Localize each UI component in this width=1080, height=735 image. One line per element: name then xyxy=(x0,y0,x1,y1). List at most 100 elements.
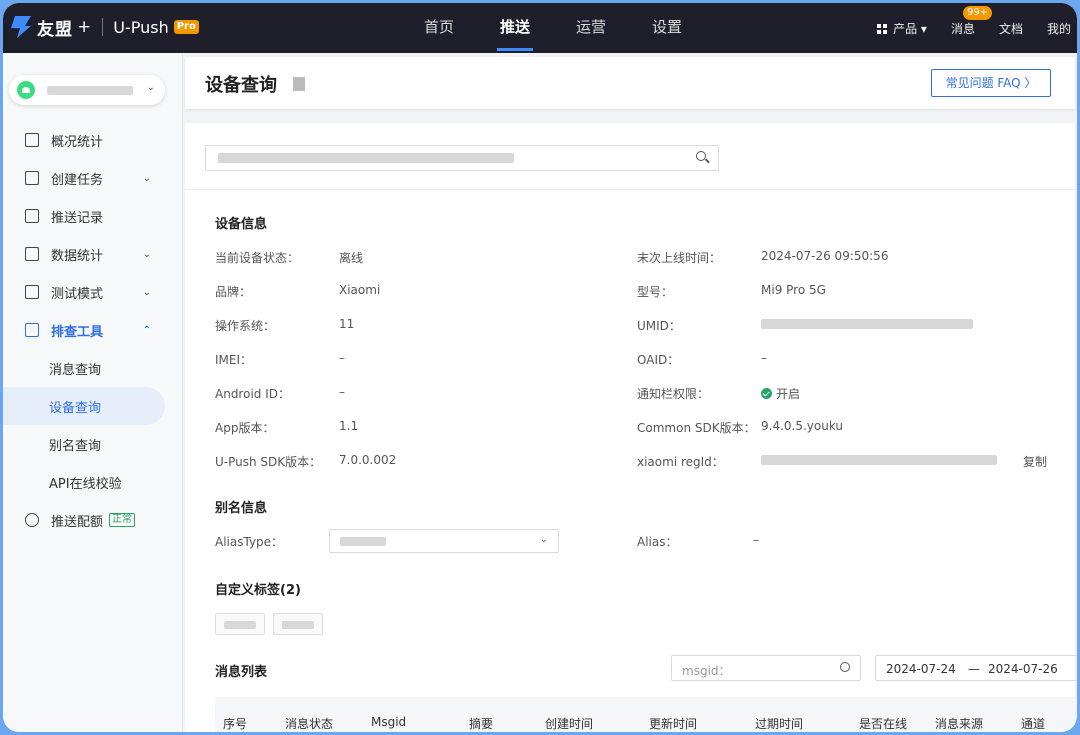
column-header: Msgid xyxy=(371,715,407,729)
column-header: 更新时间 xyxy=(649,717,698,731)
column-header: 创建时间 xyxy=(545,717,594,731)
stats-icon xyxy=(25,247,39,261)
chart-icon xyxy=(25,133,39,147)
tools-icon xyxy=(25,323,39,337)
mine-link[interactable]: 我的 xyxy=(1047,20,1071,37)
chevron-down-icon: ⌄ xyxy=(146,82,155,93)
alias-type-redacted xyxy=(340,537,386,546)
android-icon xyxy=(17,81,35,99)
column-header: 摘要 xyxy=(469,717,494,731)
products-menu[interactable]: 产品 ▾ xyxy=(877,20,927,37)
search-icon[interactable] xyxy=(840,662,850,672)
logo-divider xyxy=(102,18,104,36)
field-label: 当前设备状态： xyxy=(215,251,300,265)
sidebar-menu: 概况统计 创建任务 ⌄ 推送记录 数据统计 ⌄ 测试模式 ⌄ 排查工具 ⌃ 消息查询 设… xyxy=(3,121,183,539)
search-icon[interactable] xyxy=(696,151,706,161)
app-name-redacted xyxy=(47,85,133,95)
sidebar-item-overview[interactable]: 概况统计 xyxy=(3,121,183,159)
pro-badge: Pro xyxy=(173,20,199,34)
sidebar-item-label: 测试模式 xyxy=(51,286,104,302)
field-value: Xiaomi xyxy=(339,283,381,297)
faq-button[interactable]: 常见问题 FAQ 〉 xyxy=(931,69,1051,97)
sidebar-item-create-task[interactable]: 创建任务 ⌄ xyxy=(3,159,183,197)
sidebar-item-device-query[interactable]: 设备查询 xyxy=(3,387,165,425)
sidebar-item-data-stats[interactable]: 数据统计 ⌄ xyxy=(3,235,183,273)
record-icon xyxy=(25,209,39,223)
alias-type-select[interactable]: ⌄ xyxy=(329,529,559,553)
nav-home[interactable]: 首页 xyxy=(401,3,477,53)
umid-redacted xyxy=(761,319,973,329)
field-label: IMEI： xyxy=(215,353,253,367)
permission-status: 开启 xyxy=(776,387,801,401)
sidebar: ⌄ 概况统计 创建任务 ⌄ 推送记录 数据统计 ⌄ 测试模式 ⌄ 排查工具 ⌃ 消息查询… xyxy=(3,53,183,732)
column-header: 消息来源 xyxy=(935,717,984,731)
sidebar-item-push-quota[interactable]: 推送配额 正常 xyxy=(3,501,183,539)
copy-button[interactable]: 复制 xyxy=(1023,453,1047,470)
sidebar-item-label: 概况统计 xyxy=(51,134,104,150)
tag-redacted xyxy=(224,621,256,629)
field-value: 7.0.0.002 xyxy=(339,453,397,467)
nav-operations[interactable]: 运营 xyxy=(553,3,629,53)
column-header: 过期时间 xyxy=(755,717,804,731)
top-bar: 友盟 + U-Push Pro 首页 推送 运营 设置 产品 ▾ 消息 99+ 文… xyxy=(3,3,1077,53)
top-right-menu: 产品 ▾ 消息 99+ 文档 我的 xyxy=(853,3,1071,53)
column-header: 序号 xyxy=(223,717,248,731)
brand-name: 友盟 xyxy=(37,19,73,40)
chevron-down-icon: ⌄ xyxy=(142,248,151,260)
msgid-input[interactable]: msgid： xyxy=(671,655,861,681)
product-name: U-Push xyxy=(113,17,169,37)
field-label: 通知栏权限： xyxy=(637,387,710,401)
field-label: 末次上线时间： xyxy=(637,251,722,265)
sidebar-item-push-records[interactable]: 推送记录 xyxy=(3,197,183,235)
sidebar-item-label: 排查工具 xyxy=(51,324,104,340)
bookmark-icon[interactable] xyxy=(293,77,305,91)
device-panel: 设备信息 当前设备状态： 离线 品牌： Xiaomi 操作系统： 11 IMEI： – … xyxy=(185,123,1077,732)
messages-label: 消息 xyxy=(950,21,975,36)
brand-plus: + xyxy=(77,17,93,37)
main-area: 设备查询 常见问题 FAQ 〉 设备信息 当前设备状态： 离线 品牌： Xiaomi… xyxy=(183,53,1077,732)
sidebar-item-test-mode[interactable]: 测试模式 ⌄ xyxy=(3,273,183,311)
chevron-down-icon: ⌄ xyxy=(142,172,151,184)
sidebar-item-message-query[interactable]: 消息查询 xyxy=(3,349,183,387)
satellite-icon xyxy=(25,513,39,527)
field-value: 离线 xyxy=(339,251,364,265)
main-nav: 首页 推送 运营 设置 xyxy=(401,3,705,53)
field-label: Android ID： xyxy=(215,387,290,401)
date-from: 2024-07-24 xyxy=(886,662,956,676)
message-list-heading: 消息列表 xyxy=(215,665,268,680)
field-value: – xyxy=(761,351,767,365)
field-value: – xyxy=(339,351,345,365)
device-search-input[interactable] xyxy=(205,145,719,171)
grid-icon xyxy=(877,23,888,34)
alias-info-heading: 别名信息 xyxy=(215,501,268,516)
field-value: 2024-07-26 09:50:56 xyxy=(761,249,889,263)
field-value: 1.1 xyxy=(339,419,359,433)
field-label: UMID： xyxy=(637,319,681,333)
umeng-logo-icon xyxy=(11,16,31,38)
page-header: 设备查询 常见问题 FAQ 〉 xyxy=(185,57,1075,109)
field-label: 操作系统： xyxy=(215,319,276,333)
sidebar-item-api-check[interactable]: API在线校验 xyxy=(3,463,183,501)
custom-tags-heading: 自定义标签(2) xyxy=(215,583,301,598)
sidebar-item-alias-query[interactable]: 别名查询 xyxy=(3,425,183,463)
column-header: 通道 xyxy=(1021,717,1046,731)
regid-redacted xyxy=(761,455,997,465)
field-label: AliasType： xyxy=(215,535,284,549)
field-value: – xyxy=(753,533,759,547)
test-icon xyxy=(25,285,39,299)
field-value: – xyxy=(339,385,345,399)
nav-push[interactable]: 推送 xyxy=(477,3,553,53)
nav-settings[interactable]: 设置 xyxy=(629,3,705,53)
divider xyxy=(185,189,1075,190)
date-range-picker[interactable]: 2024-07-24 — 2024-07-26 xyxy=(875,655,1077,681)
chevron-down-icon: ⌄ xyxy=(539,534,548,545)
tag-chip[interactable] xyxy=(273,613,323,635)
messages-link[interactable]: 消息 99+ xyxy=(950,5,993,37)
device-info-heading: 设备信息 xyxy=(215,217,268,232)
docs-link[interactable]: 文档 xyxy=(999,20,1023,37)
app-selector[interactable]: ⌄ xyxy=(9,75,165,105)
chevron-down-icon: ⌄ xyxy=(142,286,151,298)
brand-logo[interactable]: 友盟 + U-Push Pro xyxy=(11,15,199,40)
sidebar-item-troubleshoot[interactable]: 排查工具 ⌃ xyxy=(3,311,183,349)
tag-chip[interactable] xyxy=(215,613,265,635)
